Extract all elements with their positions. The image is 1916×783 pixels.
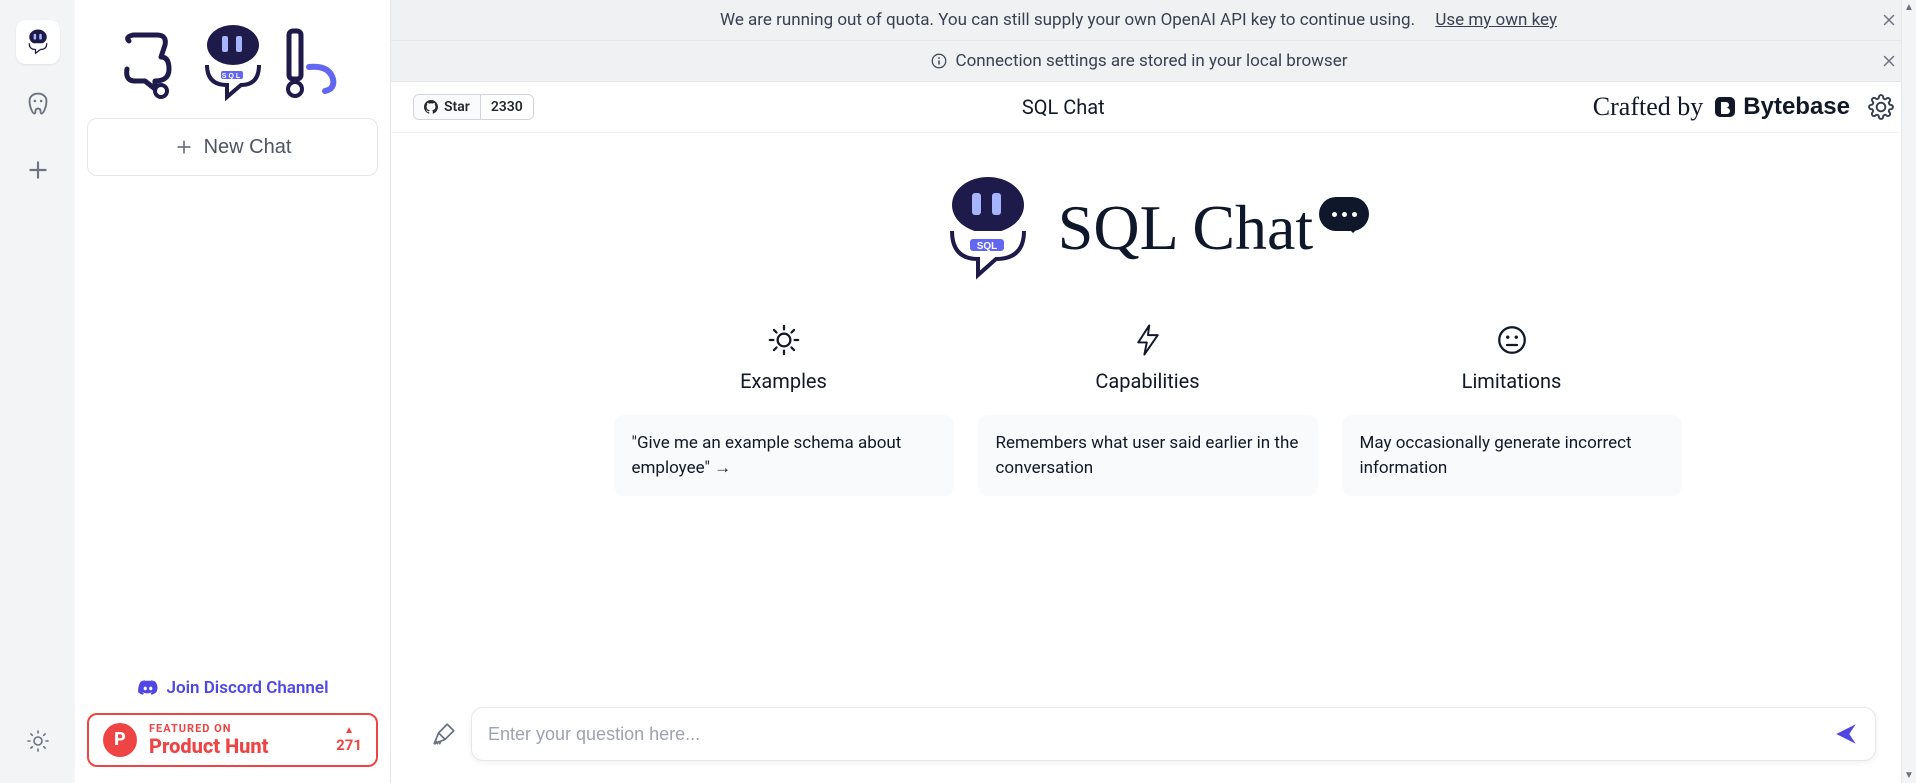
postgres-icon	[23, 91, 53, 121]
window-scrollbar[interactable]: ▲ ▼	[1901, 0, 1916, 783]
speech-bubble-icon	[1319, 197, 1369, 231]
storage-banner-text: Connection settings are stored in your l…	[956, 51, 1348, 71]
lightning-icon	[1133, 323, 1163, 357]
main: We are running out of quota. You can sti…	[391, 0, 1916, 783]
send-button[interactable]	[1833, 721, 1859, 747]
icon-rail	[0, 0, 75, 783]
sidebar: SQL New Chat Join Discord Channel P FEAT…	[75, 0, 391, 783]
rail-theme-toggle[interactable]	[16, 719, 60, 763]
hero-title: SQL Chat	[1058, 191, 1313, 265]
capabilities-column: Capabilities Remembers what user said ea…	[978, 323, 1318, 496]
github-star-label: Star	[444, 99, 470, 115]
page-title: SQL Chat	[534, 95, 1593, 119]
crafted-by-label: Crafted by	[1593, 92, 1703, 122]
rail-postgres-icon[interactable]	[16, 84, 60, 128]
crafted-by: Crafted by Bytebase	[1593, 92, 1850, 122]
product-hunt-badge[interactable]: P FEATURED ON Product Hunt ▲ 271	[87, 713, 378, 767]
capabilities-title: Capabilities	[1095, 369, 1199, 393]
content: SQL SQL Chat Examples "Give me an exampl…	[391, 133, 1916, 783]
welcome-columns: Examples "Give me an example schema abou…	[614, 323, 1694, 496]
quota-banner-close[interactable]	[1880, 11, 1898, 29]
upvote-triangle-icon: ▲	[344, 725, 354, 736]
svg-text:SQL: SQL	[221, 73, 241, 80]
close-icon	[1880, 11, 1898, 29]
github-star-button[interactable]: Star 2330	[413, 94, 534, 120]
composer-wrap	[391, 693, 1916, 783]
github-icon	[424, 100, 438, 114]
scroll-up-arrow-icon[interactable]: ▲	[1902, 0, 1916, 15]
new-chat-button[interactable]: New Chat	[87, 118, 378, 176]
close-icon	[1880, 52, 1898, 70]
ph-name-label: Product Hunt	[149, 735, 269, 757]
hero: SQL SQL Chat	[938, 173, 1369, 283]
ph-votes: ▲ 271	[336, 725, 362, 754]
example-card[interactable]: "Give me an example schema about employe…	[614, 415, 954, 496]
gear-icon	[1868, 94, 1894, 120]
rail-add-connection[interactable]	[16, 148, 60, 192]
limitations-column: Limitations May occasionally generate in…	[1342, 323, 1682, 496]
clear-conversation-button[interactable]	[431, 721, 457, 747]
scroll-down-arrow-icon[interactable]: ▼	[1902, 768, 1916, 783]
capability-card: Remembers what user said earlier in the …	[978, 415, 1318, 496]
hero-robot-icon: SQL	[938, 173, 1038, 283]
examples-column: Examples "Give me an example schema abou…	[614, 323, 954, 496]
broom-icon	[431, 721, 457, 747]
neutral-face-icon	[1495, 323, 1529, 357]
chat-input[interactable]	[488, 724, 1833, 745]
rail-sql-chat-icon[interactable]	[16, 20, 60, 64]
bytebase-label: Bytebase	[1743, 93, 1850, 121]
storage-banner: Connection settings are stored in your l…	[391, 41, 1916, 82]
quota-banner-text: We are running out of quota. You can sti…	[720, 10, 1415, 30]
sql-logo-art: SQL	[113, 13, 353, 113]
github-star-count: 2330	[481, 95, 533, 119]
limitation-card: May occasionally generate incorrect info…	[1342, 415, 1682, 496]
discord-link[interactable]: Join Discord Channel	[87, 677, 378, 699]
ph-vote-count: 271	[336, 736, 362, 754]
settings-button[interactable]	[1868, 94, 1894, 120]
sun-icon	[767, 323, 801, 357]
limitations-title: Limitations	[1462, 369, 1562, 393]
topbar: Star 2330 SQL Chat Crafted by Bytebase	[391, 82, 1916, 133]
examples-title: Examples	[740, 369, 827, 393]
svg-text:SQL: SQL	[977, 241, 998, 252]
sidebar-logo: SQL	[87, 8, 378, 118]
product-hunt-labels: FEATURED ON Product Hunt	[149, 723, 269, 757]
new-chat-label: New Chat	[204, 136, 292, 159]
sun-icon	[26, 729, 50, 753]
quota-banner: We are running out of quota. You can sti…	[391, 0, 1916, 41]
info-icon	[930, 52, 948, 70]
discord-icon	[137, 677, 159, 699]
plus-icon	[174, 137, 194, 157]
bytebase-icon	[1713, 95, 1737, 119]
quota-banner-link[interactable]: Use my own key	[1435, 10, 1557, 30]
bytebase-brand[interactable]: Bytebase	[1713, 93, 1850, 121]
plus-icon	[25, 157, 51, 183]
github-star-label-wrap: Star	[414, 95, 481, 119]
product-hunt-p-icon: P	[103, 723, 137, 757]
composer	[471, 707, 1876, 761]
robot-chat-icon	[23, 27, 53, 57]
storage-banner-close[interactable]	[1880, 52, 1898, 70]
hero-title-wrap: SQL Chat	[1058, 191, 1369, 265]
send-icon	[1833, 721, 1859, 747]
discord-label: Join Discord Channel	[167, 678, 329, 698]
